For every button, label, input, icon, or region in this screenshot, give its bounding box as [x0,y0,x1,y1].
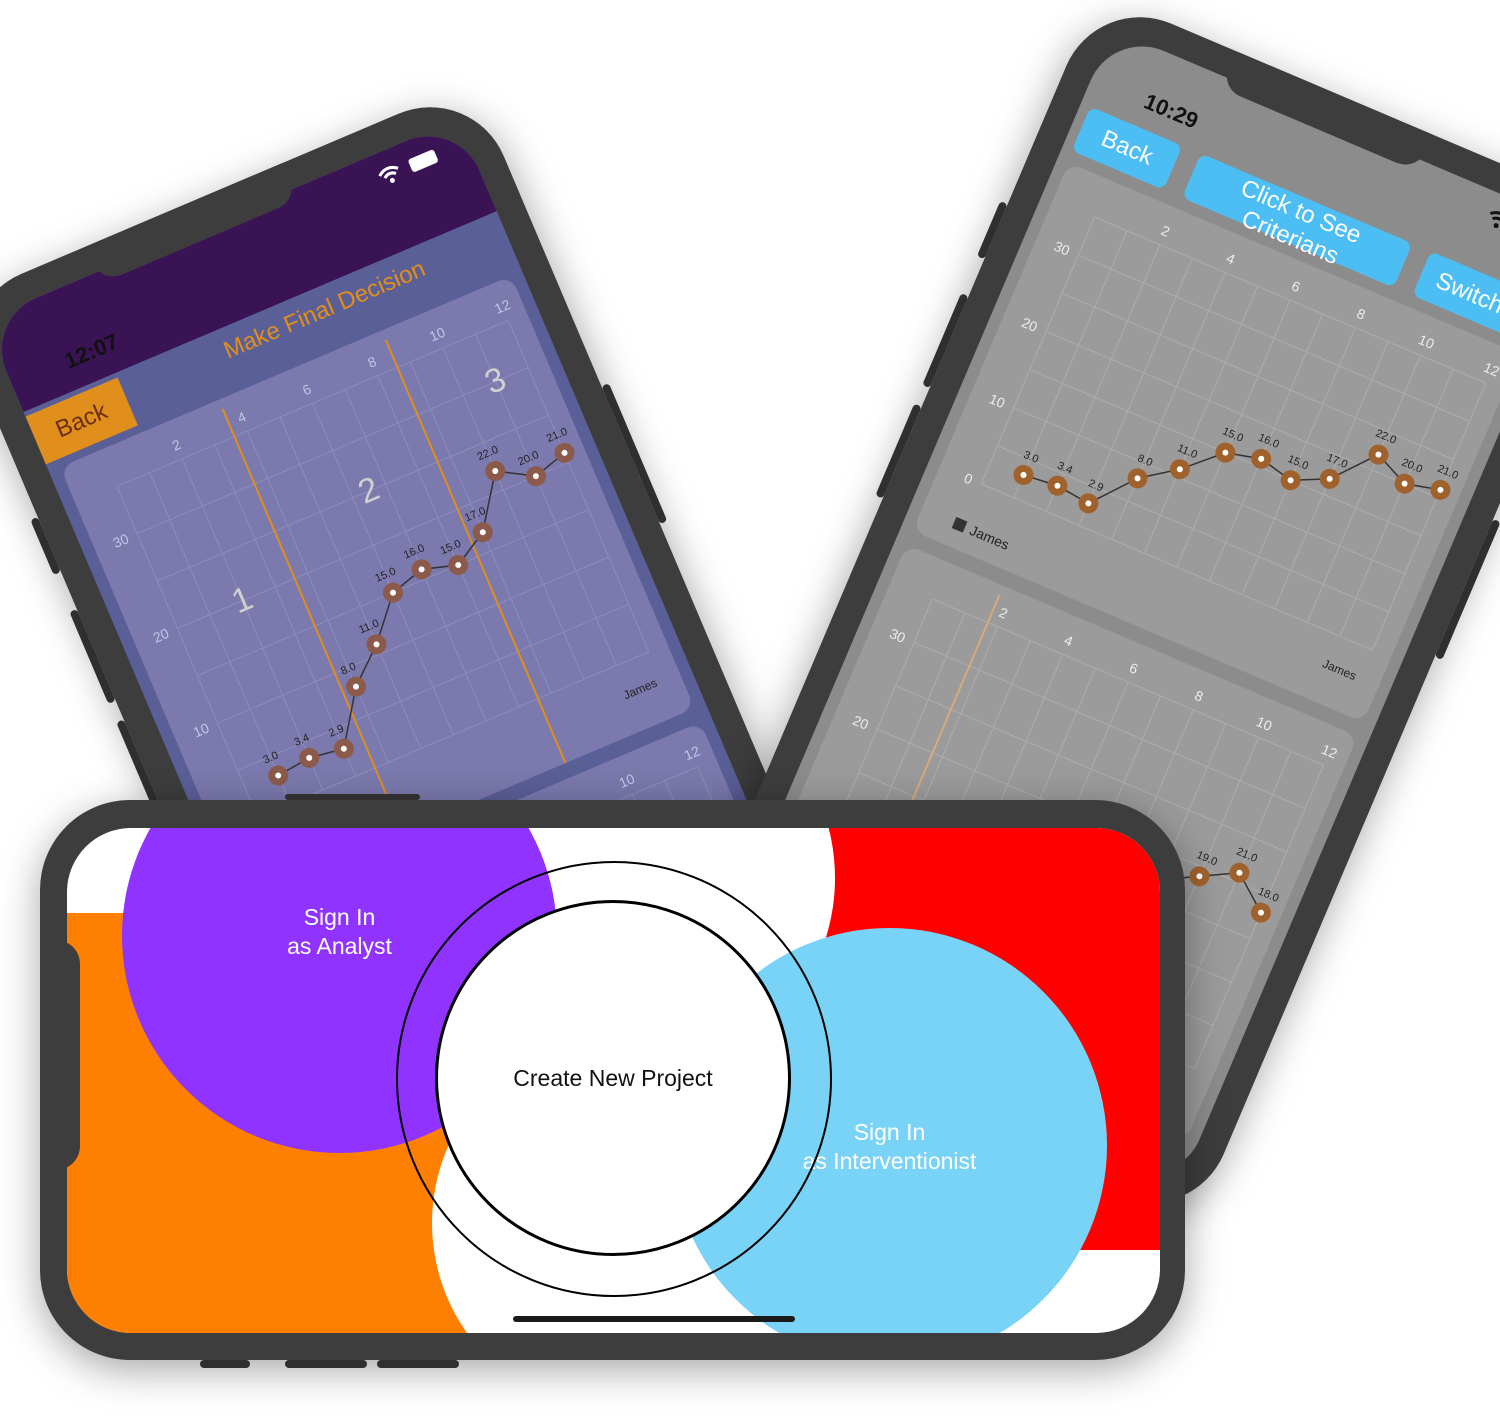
grid-line [1013,407,1406,575]
data-label: 11.0 [1175,442,1199,461]
grid-line [1078,254,1470,422]
y-tick-label: 10 [191,720,212,741]
sign-in-analyst-label: Sign In as Analyst [287,904,392,959]
data-label: 8.0 [339,661,358,678]
data-label: 3.4 [1055,460,1074,477]
mute-switch [30,516,62,576]
grid-line [1111,272,1226,540]
data-label: 21.0 [1235,846,1259,865]
phase-label: 2 [353,469,385,511]
legend-swatch [951,516,968,533]
y-tick-label: 0 [962,470,976,488]
x-tick-label: 10 [616,770,637,791]
grid-line [279,416,422,749]
y-tick-label: 10 [987,390,1008,411]
x-tick-label: 12 [492,296,513,317]
grid-line [1045,330,1438,498]
x-tick-label: 4 [1062,632,1076,650]
data-label: 16.0 [1256,432,1280,451]
data-label: 22.0 [476,444,500,463]
corner-label: James [1320,656,1358,683]
grid-line [217,556,609,724]
series-line [277,452,565,777]
data-label: 21.0 [545,426,569,445]
phase-label: 1 [226,579,258,621]
grid-line [980,216,1095,485]
x-tick-label: 8 [1192,687,1206,705]
grid-line [1339,369,1454,637]
wifi-icon [1484,207,1500,233]
x-tick-label: 12 [1319,741,1340,762]
x-tick-label: 6 [1127,659,1141,677]
x-tick-label: 8 [365,353,379,371]
data-label: 15.0 [439,538,463,557]
data-label: 20.0 [516,449,540,468]
data-label: 16.0 [402,542,426,561]
x-tick-label: 8 [1354,305,1368,323]
series-line [1023,451,1441,505]
volume-up-button [285,1360,367,1368]
data-label: 18.0 [1256,885,1280,904]
volume-up-button [922,293,969,389]
data-label: 11.0 [357,617,381,636]
home-screen: Sign In as Analyst Sign In as Interventi… [67,828,1160,1333]
data-label: 3.4 [292,732,311,749]
volume-up-button [69,608,116,705]
data-label: 22.0 [1374,427,1398,446]
x-tick-label: 4 [235,408,249,426]
data-label: 17.0 [1325,452,1349,471]
data-label: 15.0 [1221,425,1245,444]
phone-home: Sign In as Analyst Sign In as Interventi… [40,794,1185,1368]
corner-label: James [621,676,659,703]
x-tick-label: 6 [1289,277,1303,295]
data-label: 2.9 [1086,477,1105,494]
legend-label: James [967,522,1011,553]
x-tick-label: 10 [1254,713,1275,734]
grid-line [507,320,650,652]
data-label: 15.0 [1286,453,1310,472]
side-button [285,794,420,800]
volume-down-button [875,403,922,499]
data-label: 3.0 [261,749,280,766]
data-label: 20.0 [1400,456,1424,475]
data-label: 17.0 [463,505,487,524]
x-tick-label: 2 [170,436,184,454]
status-time: 10:29 [1140,88,1202,134]
mute-switch [200,1360,250,1368]
y-tick-label: 30 [1052,238,1073,259]
notch [40,940,80,1170]
mute-switch [976,200,1008,260]
x-tick-label: 6 [300,381,314,399]
data-label: 21.0 [1436,463,1460,482]
y-tick-label: 20 [1019,314,1040,335]
grid-line [1371,382,1487,651]
phase-label: 3 [479,360,511,402]
x-tick-label: 12 [1481,359,1500,380]
y-tick-label: 20 [850,712,871,733]
x-tick-label: 2 [1159,222,1173,240]
x-tick-label: 2 [997,604,1011,622]
grid-line [136,367,529,535]
data-label: 15.0 [373,565,397,584]
x-tick-label: 10 [1416,331,1437,352]
x-tick-label: 4 [1224,250,1238,268]
y-tick-label: 20 [151,625,172,646]
volume-down-button [377,1360,459,1368]
y-tick-label: 30 [110,530,131,551]
y-tick-label: 30 [887,625,908,646]
grid-line [1143,286,1258,554]
create-new-project-button[interactable]: Create New Project [435,900,791,1256]
x-tick-label: 12 [682,742,703,763]
x-tick-label: 10 [427,324,448,345]
home-indicator [513,1316,795,1322]
